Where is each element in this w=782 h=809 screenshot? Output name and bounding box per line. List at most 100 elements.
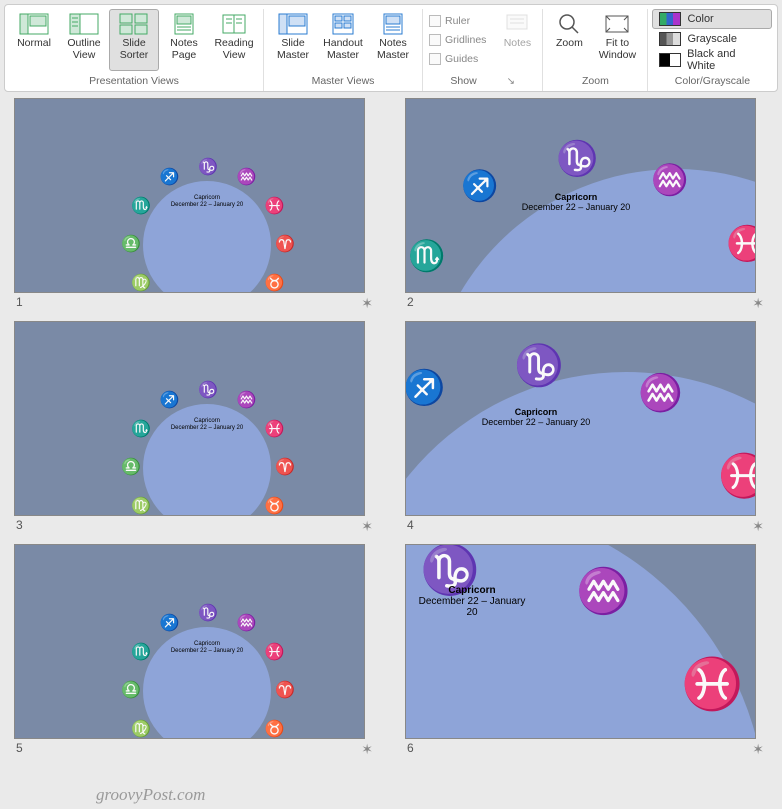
slide-master-icon [278, 12, 308, 36]
zodiac-sagittarius-icon: ♐ [160, 167, 180, 187]
slide-master-button[interactable]: Slide Master [268, 9, 318, 71]
animation-star-icon: ✶ [752, 741, 764, 761]
slide-number: 5 [16, 741, 23, 761]
zodiac-scorpio-icon: ♏ [408, 239, 445, 274]
notes-master-label: Notes Master [377, 38, 409, 61]
zodiac-libra-icon: ♎ [121, 234, 141, 254]
zodiac-libra-icon: ♎ [121, 457, 141, 477]
zodiac-taurus-icon: ♉ [265, 273, 285, 293]
zodiac-scorpio-icon: ♏ [131, 419, 151, 439]
slide-thumbnail[interactable]: ♑♒♓CapricornDecember 22 – January 20 6 ✶ [405, 544, 768, 761]
fit-to-window-icon [602, 12, 632, 36]
zodiac-sagittarius-icon: ♐ [160, 613, 180, 633]
gridlines-label: Gridlines [445, 34, 486, 46]
slide-number: 4 [407, 518, 414, 538]
animation-star-icon: ✶ [752, 518, 764, 538]
notes-page-button[interactable]: Notes Page [159, 9, 209, 71]
slide-sorter-area: ♑♒♓♈♉♊♋♌♍♎♏♐CapricornDecember 22 – Janua… [0, 92, 782, 761]
group-color-grayscale: Color Grayscale Black and White Color/Gr… [648, 9, 776, 91]
zodiac-aries-icon: ♈ [275, 234, 295, 254]
slide-thumbnail[interactable]: ♑♒♓♈♉♊♋♌♍♎♏♐CapricornDecember 22 – Janua… [14, 98, 377, 315]
group-zoom: Zoom Fit to Window Zoom [543, 9, 648, 91]
zodiac-sagittarius-icon: ♐ [160, 390, 180, 410]
slide-title: CapricornDecember 22 – January 20 [167, 641, 247, 654]
handout-master-icon [328, 12, 358, 36]
slide-number: 1 [16, 295, 23, 315]
handout-master-button[interactable]: Handout Master [318, 9, 368, 71]
zodiac-taurus-icon: ♉ [265, 719, 285, 739]
normal-label: Normal [17, 38, 51, 50]
fit-to-window-button[interactable]: Fit to Window [591, 9, 643, 71]
outline-view-icon [69, 12, 99, 36]
ruler-checkbox-row[interactable]: Ruler [429, 12, 486, 30]
reading-view-label: Reading View [214, 38, 253, 61]
show-dialog-launcher-icon[interactable]: ↘ [507, 76, 515, 87]
zodiac-pisces-icon: ♓ [681, 655, 743, 714]
animation-star-icon: ✶ [752, 295, 764, 315]
zodiac-capricorn-icon: ♑ [198, 603, 218, 623]
color-button[interactable]: Color [652, 9, 772, 29]
zodiac-aquarius-icon: ♒ [237, 613, 257, 633]
notes-page-icon [169, 12, 199, 36]
slide-canvas: ♑♒♓♈♉♊♋♌♍♎♏♐CapricornDecember 22 – Janua… [14, 98, 365, 293]
reading-view-button[interactable]: Reading View [209, 9, 259, 71]
grayscale-swatch-icon [659, 32, 681, 46]
zodiac-virgo-icon: ♍ [131, 273, 151, 293]
outline-view-button[interactable]: Outline View [59, 9, 109, 71]
ribbon: Normal Outline View Slide Sorter Notes P… [4, 4, 778, 92]
zodiac-aquarius-icon: ♒ [237, 390, 257, 410]
zodiac-pisces-icon: ♓ [265, 419, 285, 439]
ruler-label: Ruler [445, 15, 470, 27]
slide-thumbnail[interactable]: ♑♒♐♓CapricornDecember 22 – January 20 4 … [405, 321, 768, 538]
color-swatch-icon [659, 12, 681, 26]
normal-button[interactable]: Normal [9, 9, 59, 71]
zoom-icon [554, 12, 584, 36]
zodiac-aquarius-icon: ♒ [638, 372, 683, 414]
notes-label: Notes [504, 38, 531, 50]
slide-thumbnail[interactable]: ♑♒♓♈♉♊♋♌♍♎♏♐CapricornDecember 22 – Janua… [14, 544, 377, 761]
slide-canvas: ♑♒♓♈♉♊♋♌♍♎♏♐CapricornDecember 22 – Janua… [14, 544, 365, 739]
checkbox-icon [429, 34, 441, 46]
zodiac-capricorn-icon: ♑ [556, 139, 598, 179]
zodiac-scorpio-icon: ♏ [131, 642, 151, 662]
zodiac-aquarius-icon: ♒ [576, 565, 631, 617]
zodiac-pisces-icon: ♓ [726, 224, 756, 264]
slide-canvas: ♑ ♒ ♐ ♓ ♏ CapricornDecember 22 – January 20 [405, 98, 756, 293]
zoom-button[interactable]: Zoom [547, 9, 591, 71]
animation-star-icon: ✶ [361, 295, 373, 315]
zodiac-pisces-icon: ♓ [718, 452, 756, 501]
zodiac-aquarius-icon: ♒ [651, 163, 688, 198]
slide-canvas: ♑♒♓CapricornDecember 22 – January 20 [405, 544, 756, 739]
slide-thumbnail[interactable]: ♑♒♐♓♏CapricornDecember 22 – January 20 2… [405, 98, 768, 315]
slide-number: 6 [407, 741, 414, 761]
group-master-views: Slide Master Handout Master Notes Master… [264, 9, 423, 91]
guides-checkbox-row[interactable]: Guides [429, 50, 486, 68]
slide-sorter-button[interactable]: Slide Sorter [109, 9, 159, 71]
watermark: groovyPost.com [96, 785, 205, 805]
zodiac-capricorn-icon: ♑ [198, 380, 218, 400]
slide-title: CapricornDecember 22 – January 20 [167, 418, 247, 431]
slide-title: CapricornDecember 22 – January 20 [516, 193, 636, 213]
slide-thumbnail[interactable]: ♑♒♓♈♉♊♋♌♍♎♏♐CapricornDecember 22 – Janua… [14, 321, 377, 538]
reading-view-icon [219, 12, 249, 36]
slide-sorter-label: Slide Sorter [120, 38, 149, 61]
slide-title: CapricornDecember 22 – January 20 [412, 585, 532, 618]
animation-star-icon: ✶ [361, 518, 373, 538]
normal-icon [19, 12, 49, 36]
slide-canvas: ♑♒♐♓CapricornDecember 22 – January 20 [405, 321, 756, 516]
zodiac-pisces-icon: ♓ [265, 642, 285, 662]
zodiac-libra-icon: ♎ [121, 680, 141, 700]
zodiac-sagittarius-icon: ♐ [461, 169, 498, 204]
grayscale-button[interactable]: Grayscale [652, 29, 772, 49]
zodiac-virgo-icon: ♍ [131, 719, 151, 739]
zodiac-aries-icon: ♈ [275, 457, 295, 477]
slide-title: CapricornDecember 22 – January 20 [466, 408, 606, 428]
zodiac-sagittarius-icon: ♐ [405, 368, 445, 408]
notes-master-button[interactable]: Notes Master [368, 9, 418, 71]
notes-master-icon [378, 12, 408, 36]
color-label: Color [687, 13, 713, 25]
zodiac-taurus-icon: ♉ [265, 496, 285, 516]
black-white-button[interactable]: Black and White [652, 49, 772, 71]
bw-label: Black and White [687, 48, 765, 72]
gridlines-checkbox-row[interactable]: Gridlines [429, 31, 486, 49]
